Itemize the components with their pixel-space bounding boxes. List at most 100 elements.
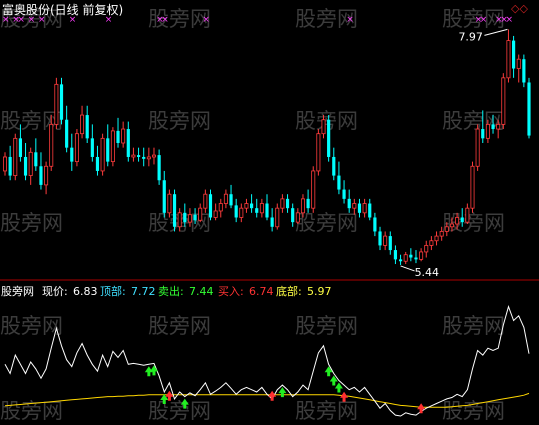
candle-body bbox=[485, 123, 490, 139]
candle-body bbox=[388, 236, 392, 251]
watermark-text: 股旁网 bbox=[148, 314, 211, 338]
watermark-text: 股旁网 bbox=[0, 399, 63, 423]
candle-body bbox=[449, 223, 454, 228]
candle-body bbox=[414, 257, 418, 260]
label-dibu: 底部: bbox=[276, 284, 302, 298]
candle-body bbox=[378, 231, 382, 246]
sell-signal-arrow bbox=[324, 366, 333, 377]
candle-body bbox=[198, 207, 203, 221]
candle-body bbox=[419, 251, 424, 260]
candle-body bbox=[151, 154, 156, 158]
watermark-text: 股旁网 bbox=[148, 399, 211, 423]
candle-body bbox=[424, 245, 429, 253]
candle-body bbox=[403, 254, 408, 262]
candle-body bbox=[126, 129, 130, 157]
label-maichu: 卖出: bbox=[158, 284, 184, 298]
candle-body bbox=[203, 193, 208, 209]
candle-body bbox=[49, 123, 54, 167]
candle-body bbox=[511, 40, 516, 69]
candle-body bbox=[506, 40, 511, 79]
candle-body bbox=[316, 133, 321, 172]
candle-body bbox=[347, 198, 351, 209]
candle-body bbox=[244, 203, 249, 209]
candle-body bbox=[131, 154, 136, 158]
candle-body bbox=[362, 203, 367, 214]
candle-body bbox=[439, 231, 444, 237]
candle-body bbox=[177, 212, 182, 228]
value-dingbu: 7.72 bbox=[131, 285, 156, 298]
candle-body bbox=[522, 59, 526, 83]
watermark-text: 股旁网 bbox=[0, 109, 63, 133]
candle-body bbox=[398, 259, 403, 262]
candle-body bbox=[311, 170, 316, 209]
candle-body bbox=[106, 138, 110, 162]
candle-body bbox=[234, 205, 238, 218]
candle-body bbox=[465, 207, 470, 223]
candle-body bbox=[100, 137, 105, 172]
buy-signal-arrow bbox=[417, 403, 426, 414]
label-dingbu: 顶部: bbox=[100, 284, 126, 298]
candle-body bbox=[193, 214, 197, 221]
candle-body bbox=[54, 83, 59, 125]
candle-body bbox=[44, 165, 49, 186]
candle-body bbox=[34, 152, 38, 167]
candle-body bbox=[455, 217, 460, 225]
top-marker: × bbox=[346, 15, 354, 25]
top-right-marks: ◇◇ bbox=[511, 2, 528, 15]
candle-body bbox=[157, 155, 161, 181]
candle-body bbox=[187, 214, 192, 223]
candle-body bbox=[218, 203, 223, 212]
watermark-text: 股旁网 bbox=[442, 399, 505, 423]
candle-body bbox=[39, 166, 43, 185]
candle-body bbox=[393, 250, 398, 260]
candle-body bbox=[491, 124, 495, 130]
label-xianjia: 现价: bbox=[42, 285, 68, 298]
candle-body bbox=[259, 203, 264, 214]
watermark-text: 股旁网 bbox=[295, 399, 358, 423]
candle-body bbox=[3, 156, 7, 172]
indicator-header: 股旁网 现价: 6.83 顶部: 7.72 卖出: 7.44 买入: 6.74 … bbox=[1, 284, 332, 298]
top-marker: × bbox=[202, 15, 210, 25]
watermark-text: 股旁网 bbox=[148, 109, 211, 133]
high-label: 7.97 bbox=[458, 30, 483, 43]
candle-body bbox=[295, 212, 300, 223]
candle-body bbox=[90, 138, 94, 157]
candle-body bbox=[213, 210, 218, 218]
price-annotations: 7.97 5.44 bbox=[400, 28, 508, 279]
watermark-text: 股旁网 bbox=[442, 314, 505, 338]
candle-body bbox=[110, 130, 115, 163]
top-marker: × bbox=[161, 15, 169, 25]
value-maichu: 7.44 bbox=[189, 285, 214, 298]
candle-body bbox=[85, 115, 89, 139]
candle-body bbox=[291, 208, 295, 223]
candle-body bbox=[172, 194, 177, 227]
candle-body bbox=[434, 235, 439, 242]
buy-signal-arrow bbox=[268, 390, 277, 401]
candle-body bbox=[475, 128, 480, 167]
candle-body bbox=[516, 58, 521, 69]
candle-body bbox=[239, 207, 244, 218]
candle-body bbox=[383, 235, 388, 246]
candle-body bbox=[306, 198, 310, 209]
candle-body bbox=[460, 217, 464, 223]
value-dibu: 5.97 bbox=[307, 285, 332, 298]
candle-body bbox=[342, 189, 346, 199]
label-mairu: 买入: bbox=[218, 285, 244, 298]
candle-body bbox=[223, 193, 228, 204]
candle-body bbox=[275, 207, 280, 228]
candle-body bbox=[136, 155, 141, 157]
candle-body bbox=[270, 217, 274, 227]
candle-body bbox=[162, 180, 166, 213]
watermark-text: 股旁网 bbox=[295, 211, 358, 235]
candle-body bbox=[23, 156, 28, 176]
candle-body bbox=[285, 198, 290, 209]
candlestick-series bbox=[3, 29, 531, 265]
candle-body bbox=[95, 156, 100, 171]
candle-body bbox=[444, 226, 449, 232]
indicator-name: 股旁网 bbox=[1, 284, 34, 298]
candle-body bbox=[167, 193, 172, 214]
candle-body bbox=[80, 114, 85, 135]
candle-body bbox=[265, 203, 269, 218]
candle-body bbox=[146, 156, 151, 160]
candle-body bbox=[59, 84, 64, 120]
